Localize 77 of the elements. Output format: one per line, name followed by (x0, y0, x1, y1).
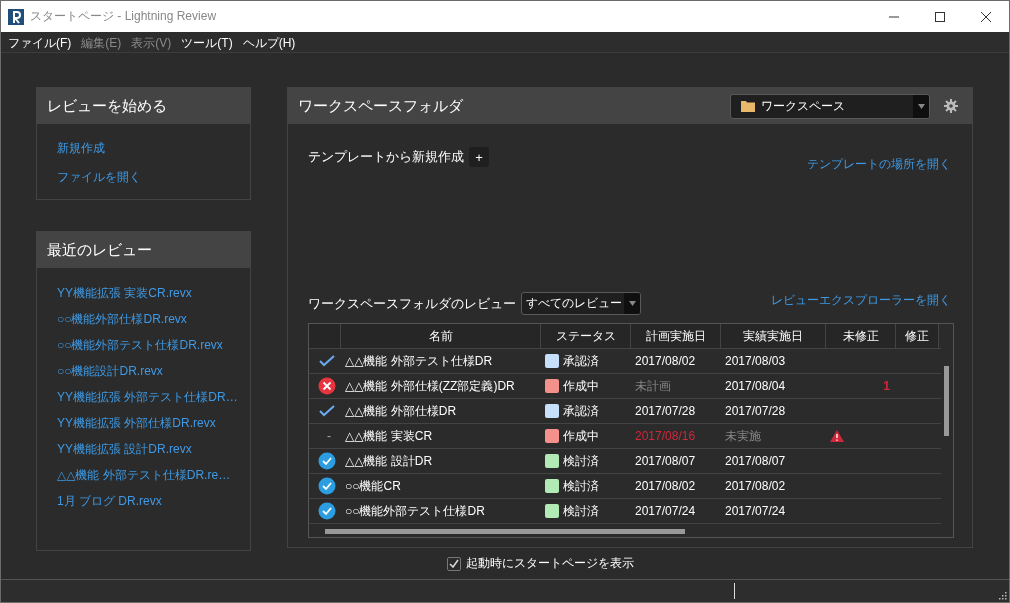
caret-icon (628, 301, 636, 306)
table-cell-text: △△機能 設計DR (344, 452, 434, 470)
panel-title: ワークスペースフォルダ (298, 96, 463, 116)
table-cell-text: 2017/07/24 (634, 504, 697, 518)
panel-title: レビューを始める (47, 96, 167, 116)
caret-icon (917, 103, 925, 109)
table-cell-text: 2017/07/28 (634, 404, 697, 418)
column-header[interactable]: 計画実施日 (631, 324, 721, 348)
table-cell-text: ○○機能CR (344, 477, 402, 495)
column-header[interactable]: 名前 (341, 324, 541, 348)
table-cell-text: △△機能 外部テスト仕様DR (344, 352, 494, 370)
recent-file-link[interactable]: 1月 ブログ DR.revx (57, 493, 165, 509)
error-icon (318, 377, 336, 395)
table-cell-text: ○○機能外部テスト仕様DR (344, 502, 486, 520)
checkbox-label: 起動時にスタートページを表示 (465, 555, 634, 572)
app-logo-icon (8, 8, 24, 25)
table-cell-text: 検討済 (562, 477, 599, 495)
recent-file-link[interactable]: ○○機能外部テスト仕様DR.revx (57, 337, 226, 353)
checkmark-icon (319, 355, 335, 367)
folder-select[interactable]: ワークスペース (730, 93, 930, 119)
dash-mark: - (326, 429, 331, 443)
recent-file-link[interactable]: YY機能拡張 外部テスト仕様DR… (57, 389, 241, 405)
resize-grip-icon[interactable] (997, 590, 1007, 600)
table-cell-text: 検討済 (562, 452, 599, 470)
settings-icon[interactable] (944, 99, 958, 113)
window-title: スタートページ - Lightning Review (30, 8, 218, 25)
folder-icon (741, 100, 755, 112)
table-cell-text: 2017/08/02 (634, 354, 697, 368)
table-cell-text: 作成中 (562, 377, 599, 395)
checkbox[interactable] (446, 556, 461, 571)
filter-select[interactable]: すべてのレビュー (521, 292, 641, 315)
table-cell-text: 作成中 (562, 427, 599, 445)
recent-file-link[interactable]: YY機能拡張 外部仕様DR.revx (57, 415, 219, 431)
check-circle-icon (318, 477, 336, 495)
table-cell-text: 検討済 (562, 502, 599, 520)
check-circle-icon (318, 452, 336, 470)
table-cell-text: 2017/07/28 (724, 404, 787, 418)
column-header[interactable]: ステータス (541, 324, 631, 348)
review-explorer-link[interactable]: レビューエクスプローラーを開く (771, 292, 954, 308)
recent-file-link[interactable]: YY機能拡張 実装CR.revx (57, 285, 195, 301)
column-header[interactable]: 未修正 (826, 324, 896, 348)
menu-item[interactable]: ヘルプ(H) (237, 32, 301, 52)
menu-item[interactable]: ツール(T) (176, 32, 238, 52)
table-cell-text: 2017/08/03 (724, 354, 787, 368)
table-cell-text: 未計画 (634, 377, 672, 395)
table-cell-text: △△機能 外部仕様DR (344, 402, 458, 420)
checkmark-icon (319, 405, 335, 417)
table-cell-text: 未実施 (724, 427, 762, 445)
table-cell-text: 1 (882, 379, 891, 393)
maximize-icon[interactable] (935, 11, 945, 22)
recent-file-link[interactable]: ○○機能外部仕様DR.revx (57, 311, 190, 327)
section-label: ワークスペースフォルダのレビュー (308, 294, 516, 313)
table-cell-text: 2017/07/24 (724, 504, 787, 518)
column-header[interactable]: 修正 (896, 324, 939, 348)
section-label: テンプレートから新規作成 (308, 148, 464, 166)
table-cell-text: 2017/08/04 (724, 379, 787, 393)
menu-item[interactable]: ファイル(F) (3, 32, 77, 52)
recent-file-link[interactable]: △△機能 外部テスト仕様DR.re… (57, 467, 234, 483)
link[interactable]: ファイルを開く (57, 169, 144, 185)
recent-file-link[interactable]: ○○機能設計DR.revx (57, 363, 166, 379)
table-cell-text: 2017/08/16 (634, 429, 697, 443)
column-header[interactable]: 実績実施日 (721, 324, 826, 348)
add-button[interactable]: + (469, 147, 489, 167)
table-cell-text: △△機能 実装CR (344, 427, 434, 445)
table-cell-text: 承認済 (562, 352, 599, 370)
close-icon[interactable] (981, 11, 991, 22)
table-cell-text: 承認済 (562, 402, 599, 420)
table-cell-text: 2017/08/07 (634, 454, 697, 468)
link[interactable]: 新規作成 (57, 140, 108, 156)
check-circle-icon (318, 502, 336, 520)
table-cell-text: △△機能 外部仕様(ZZ部定義)DR (344, 377, 516, 395)
template-location-link[interactable]: テンプレートの場所を開く (807, 156, 954, 172)
table-cell-text: 2017/08/02 (724, 479, 787, 493)
panel-title: 最近のレビュー (47, 240, 152, 260)
table-cell-text: 2017/08/07 (724, 454, 787, 468)
recent-file-link[interactable]: YY機能拡張 設計DR.revx (57, 441, 195, 457)
table-cell-text: 2017/08/02 (634, 479, 697, 493)
